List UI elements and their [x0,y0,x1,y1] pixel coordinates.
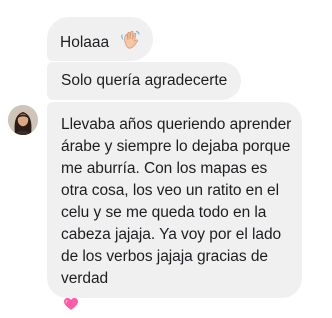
avatar[interactable] [8,105,38,135]
pink-heart-icon [63,296,292,318]
message-text: Llevaba años queriendo aprender árabe y … [61,116,292,287]
waving-hand-icon [119,29,141,58]
message-bubble-3[interactable]: Llevaba años queriendo aprender árabe y … [47,102,302,310]
message-bubble-1[interactable]: Holaaa [47,17,154,61]
message-text: Holaaa [60,34,110,51]
message-thread: Holaaa Solo quería agradecerte Llevaba a… [0,0,332,313]
message-bubble-2[interactable]: Solo quería agradecerte [47,62,242,100]
message-text: Solo quería agradecerte [61,72,228,89]
